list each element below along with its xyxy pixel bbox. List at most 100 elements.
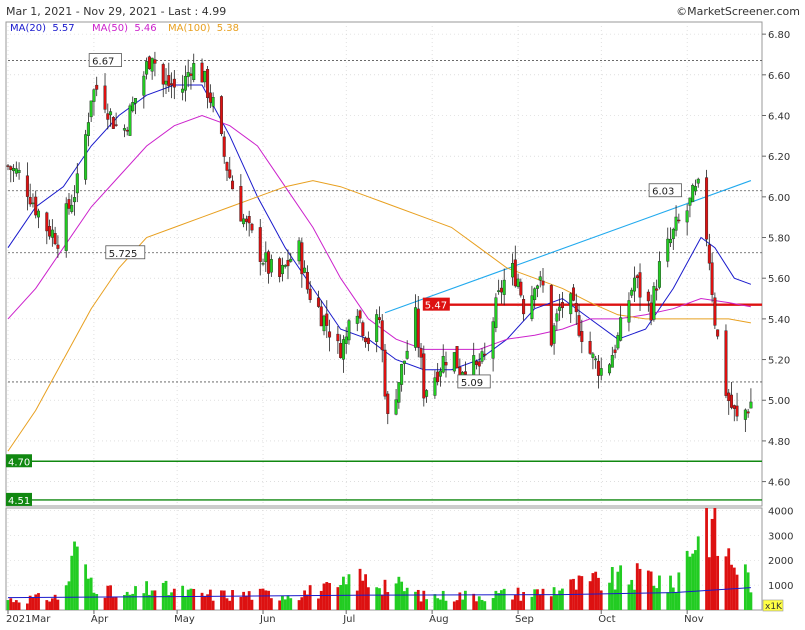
candle-up [347, 320, 351, 341]
candle-down [649, 302, 653, 321]
price-tick-label: 4.80 [768, 437, 790, 448]
candle-down [111, 117, 115, 129]
volume-bar [48, 601, 51, 610]
candle-up [203, 71, 207, 83]
candle-down [513, 259, 517, 287]
month-label: 2021Mar [6, 614, 51, 625]
volume-bar [303, 590, 307, 610]
candle-up [632, 277, 636, 292]
volume-bar [491, 598, 495, 610]
volume-bar [95, 594, 99, 610]
candle-up [405, 350, 409, 359]
candle-down [222, 136, 226, 157]
volume-bar [416, 589, 420, 610]
volume-bar [403, 591, 406, 610]
candle-up [669, 239, 673, 244]
candle-up [530, 295, 534, 319]
month-label: Sep [515, 614, 534, 625]
volume-bar [538, 594, 542, 610]
candle-up [619, 317, 623, 341]
candle-down [67, 199, 71, 209]
candle-up [64, 203, 68, 251]
support-label: 4.51 [8, 496, 30, 507]
candle-up [555, 313, 559, 322]
candle-up [627, 300, 631, 323]
volume-bar [436, 598, 440, 610]
volume-bar [192, 588, 196, 610]
candle-up [50, 229, 54, 238]
candle-up [480, 351, 484, 362]
volume-bar [278, 600, 282, 610]
volume-bar [691, 553, 695, 610]
volume-bar [211, 600, 215, 610]
volume-bar [655, 588, 659, 610]
candle-up [264, 252, 268, 263]
candle-down [422, 353, 426, 399]
volume-bar [705, 508, 708, 610]
candle-down [239, 186, 243, 222]
candle-down [724, 330, 728, 396]
volume-bar [455, 600, 459, 610]
candle-down [286, 259, 290, 267]
volume-bar [694, 550, 697, 610]
candle-up [616, 335, 620, 349]
volume-bar [347, 574, 351, 610]
candle-up [511, 263, 515, 278]
volume-bar [34, 594, 38, 610]
volume-bar [203, 596, 207, 610]
month-label: Apr [91, 614, 109, 625]
volume-bar [364, 574, 367, 610]
volume-bar [286, 595, 290, 610]
volume-bar [463, 590, 467, 610]
volume-tick-label: 3000 [768, 531, 793, 542]
candle-up [211, 97, 215, 107]
candle-up [134, 98, 138, 104]
level-label: 6.67 [92, 57, 114, 68]
candle-up [397, 382, 401, 403]
level-label-layer: 6.67 6.03 5.725 5.09 5.47 4.70 4.51 [6, 53, 682, 507]
month-label: Aug [429, 614, 449, 625]
volume-bar [358, 568, 362, 610]
candle-down [613, 349, 617, 353]
volume-bar [6, 600, 10, 610]
volume-bar [727, 548, 731, 610]
candle-up [14, 168, 18, 174]
volume-bar [114, 597, 118, 610]
volume-bar [89, 577, 93, 610]
candle-down [477, 361, 481, 367]
candle-up [186, 72, 190, 78]
volume-bar [439, 599, 442, 610]
volume-bar [552, 587, 556, 610]
candle-down [48, 226, 52, 237]
candle-down [125, 129, 129, 132]
volume-bar [258, 588, 262, 610]
candle-down [114, 124, 118, 126]
candle-up [438, 370, 442, 377]
price-tick-label: 5.80 [768, 234, 790, 245]
candle-up [535, 285, 539, 289]
volume-bar [134, 586, 137, 610]
volume-bar [452, 601, 456, 610]
volume-bar [561, 588, 564, 610]
volume-bar [37, 593, 40, 610]
candle-down [34, 196, 38, 216]
volume-bar [26, 603, 29, 610]
volume-bar [75, 546, 79, 610]
candle-down [474, 361, 478, 365]
volume-bar [336, 587, 340, 610]
candle-down [572, 287, 576, 301]
candle-down [103, 85, 107, 110]
candle-down [519, 281, 523, 296]
volume-bar [305, 594, 309, 610]
volume-bar [355, 590, 359, 610]
candle-up [86, 122, 90, 136]
candle-down [208, 92, 212, 103]
candle-down [231, 180, 235, 190]
volume-bar [70, 555, 74, 610]
volume-bar [164, 580, 168, 610]
volume-bar [480, 599, 484, 610]
volume-bar [319, 590, 323, 610]
volume-bar [267, 590, 270, 610]
candle-down [225, 162, 229, 171]
candle-down [308, 288, 312, 300]
